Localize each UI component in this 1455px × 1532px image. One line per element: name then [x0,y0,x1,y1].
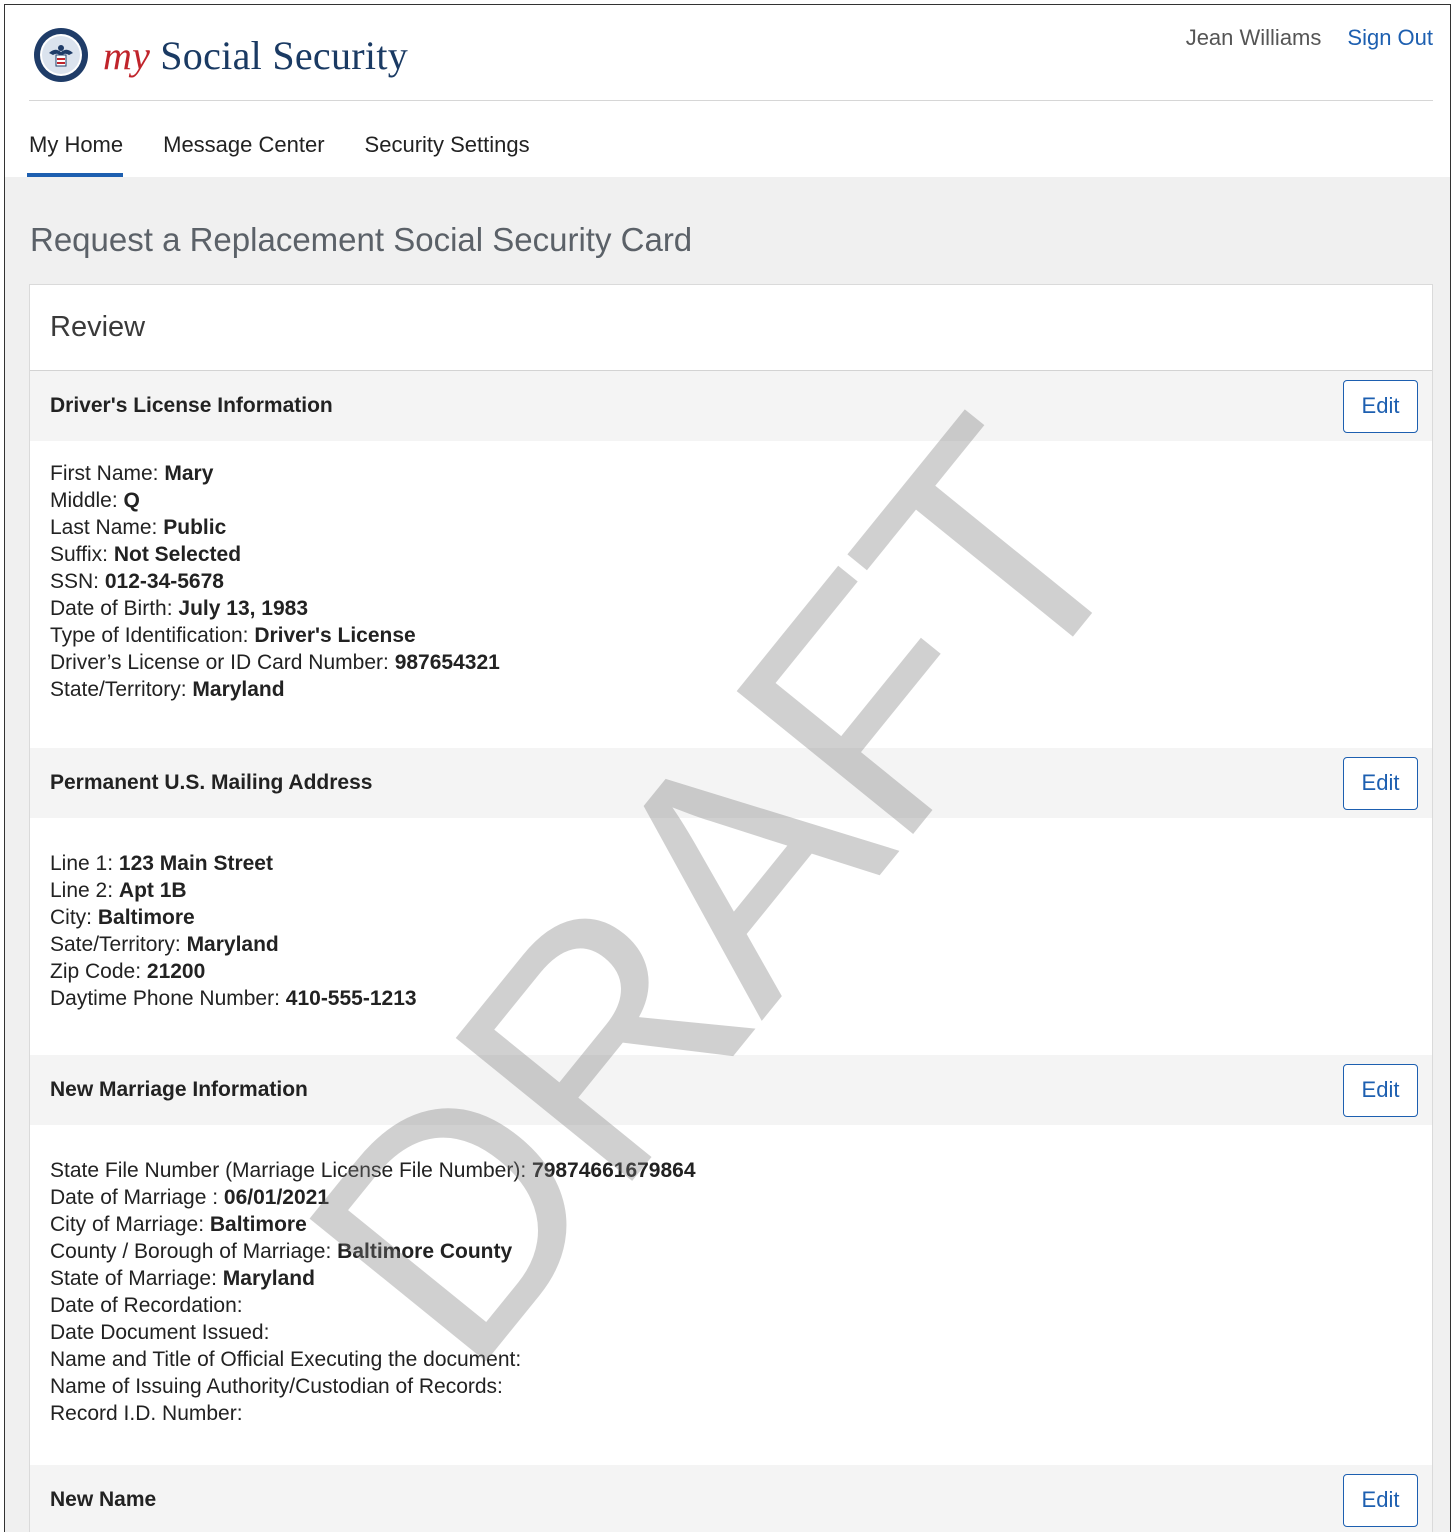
field-state: Sate/Territory: Maryland [50,933,279,956]
section-title: Permanent U.S. Mailing Address [50,771,373,794]
edit-marriage-button[interactable]: Edit [1343,1063,1418,1117]
section-header-drivers-license: Driver's License Information Edit [30,371,1432,441]
edit-new-name-button[interactable]: Edit [1343,1473,1418,1527]
section-header-mailing-address: Permanent U.S. Mailing Address Edit [30,748,1432,818]
review-card: Review Driver's License Information Edit… [29,284,1433,1532]
field-date-of-recordation: Date of Recordation: [50,1294,243,1317]
field-phone: Daytime Phone Number: 410-555-1213 [50,987,417,1010]
edit-drivers-license-button[interactable]: Edit [1343,379,1418,433]
field-state-territory: State/Territory: Maryland [50,678,285,701]
section-body-drivers-license: First Name: Mary Middle: Q Last Name: Pu… [30,441,1432,748]
main-nav: My Home Message Center Security Settings [5,101,1450,177]
section-title: New Marriage Information [50,1078,308,1101]
page-frame: my Social Security Jean Williams Sign Out… [4,4,1451,1532]
section-header-marriage: New Marriage Information Edit [30,1055,1432,1125]
section-title: New Name [50,1488,157,1511]
brand-title: my Social Security [103,32,408,79]
field-state-of-marriage: State of Marriage: Maryland [50,1267,315,1290]
brand-my: my [103,32,151,78]
section-body-marriage: State File Number (Marriage License File… [30,1125,1432,1465]
field-zip: Zip Code: 21200 [50,960,206,983]
field-city-of-marriage: City of Marriage: Baltimore [50,1213,307,1236]
ssa-seal-icon [34,28,88,82]
sign-out-link[interactable]: Sign Out [1347,25,1433,51]
field-first-name: First Name: Mary [50,462,214,485]
field-ssn: SSN: 012-34-5678 [50,570,224,593]
brand-name: Social Security [160,32,409,78]
field-date-of-birth: Date of Birth: July 13, 1983 [50,597,309,620]
tab-my-home[interactable]: My Home [26,101,124,177]
content-area: Request a Replacement Social Security Ca… [5,177,1450,1532]
user-area: Jean Williams Sign Out [1186,25,1433,51]
field-date-document-issued: Date Document Issued: [50,1321,270,1344]
field-middle: Middle: Q [50,489,140,512]
tab-security-settings[interactable]: Security Settings [365,101,530,177]
field-official-name-title: Name and Title of Official Executing the… [50,1348,522,1371]
section-body-mailing-address: Line 1: 123 Main Street Line 2: Apt 1B C… [30,818,1432,1055]
field-state-file-number: State File Number (Marriage License File… [50,1159,696,1182]
field-record-id: Record I.D. Number: [50,1402,243,1425]
field-line-2: Line 2: Apt 1B [50,879,187,902]
field-date-of-marriage: Date of Marriage : 06/01/2021 [50,1186,330,1209]
field-id-type: Type of Identification: Driver's License [50,624,416,647]
review-heading: Review [30,285,1432,371]
field-city: City: Baltimore [50,906,195,929]
page-title: Request a Replacement Social Security Ca… [30,221,693,258]
field-license-number: Driver’s License or ID Card Number: 9876… [50,651,500,674]
ssa-logo[interactable]: my Social Security [33,27,408,83]
header: my Social Security Jean Williams Sign Out [29,5,1433,101]
section-title: Driver's License Information [50,394,333,417]
section-header-new-name: New Name Edit [30,1465,1432,1532]
tab-message-center[interactable]: Message Center [163,101,324,177]
edit-mailing-address-button[interactable]: Edit [1343,756,1418,810]
user-name: Jean Williams [1185,25,1322,50]
field-suffix: Suffix: Not Selected [50,543,242,566]
field-issuing-authority: Name of Issuing Authority/Custodian of R… [50,1375,503,1398]
field-last-name: Last Name: Public [50,516,227,539]
field-county-of-marriage: County / Borough of Marriage: Baltimore … [50,1240,513,1263]
field-line-1: Line 1: 123 Main Street [50,852,273,875]
